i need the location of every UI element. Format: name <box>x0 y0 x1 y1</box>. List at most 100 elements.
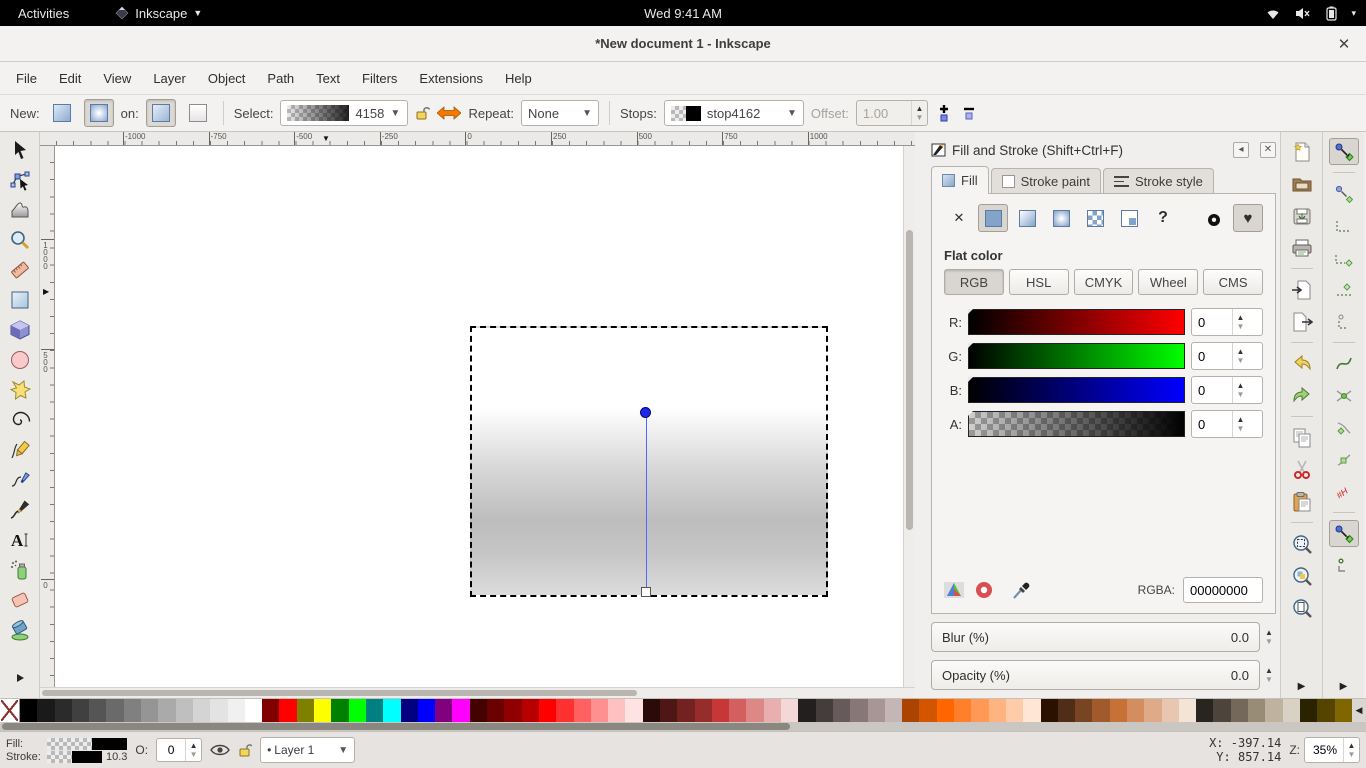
export-icon[interactable] <box>1287 308 1317 335</box>
insert-stop-icon[interactable] <box>935 103 953 123</box>
new-radial-gradient-button[interactable] <box>84 99 114 127</box>
link-gradients-lock-icon[interactable] <box>415 105 430 121</box>
eraser-tool-icon[interactable] <box>4 586 36 614</box>
green-slider[interactable] <box>968 343 1185 369</box>
volume-muted-icon[interactable] <box>1295 7 1312 20</box>
palette-no-color-swatch[interactable] <box>0 699 20 722</box>
snap-bbox-corners-icon[interactable] <box>1329 244 1359 271</box>
menu-help[interactable]: Help <box>495 66 542 91</box>
palette-swatch[interactable] <box>366 699 383 722</box>
palette-swatch[interactable] <box>55 699 72 722</box>
palette-swatch[interactable] <box>470 699 487 722</box>
palette-swatch[interactable] <box>435 699 452 722</box>
palette-swatch[interactable] <box>1110 699 1127 722</box>
red-spinbox[interactable]: ▲▼ <box>1191 308 1263 336</box>
menu-object[interactable]: Object <box>198 66 256 91</box>
palette-swatch[interactable] <box>314 699 331 722</box>
star-tool-icon[interactable] <box>4 376 36 404</box>
gradient-on-stroke-button[interactable] <box>183 99 213 127</box>
palette-swatch[interactable] <box>383 699 400 722</box>
palette-swatch[interactable] <box>193 699 210 722</box>
delete-stop-icon[interactable] <box>960 103 978 123</box>
blue-value-input[interactable] <box>1192 383 1232 398</box>
horizontal-scrollbar-thumb[interactable] <box>42 690 637 696</box>
object-opacity-input[interactable] <box>157 743 185 757</box>
palette-swatch[interactable] <box>418 699 435 722</box>
palette-swatch[interactable] <box>1075 699 1092 722</box>
rgba-input[interactable] <box>1183 577 1263 603</box>
palette-swatch[interactable] <box>625 699 642 722</box>
paint-bucket-tool-icon[interactable] <box>4 616 36 644</box>
palette-swatch[interactable] <box>37 699 54 722</box>
palette-swatch[interactable] <box>1179 699 1196 722</box>
menu-file[interactable]: File <box>6 66 47 91</box>
menu-edit[interactable]: Edit <box>49 66 91 91</box>
menu-extensions[interactable]: Extensions <box>409 66 493 91</box>
panel-shade-button[interactable]: ◂ <box>1233 142 1249 158</box>
palette-swatch[interactable] <box>124 699 141 722</box>
snap-bbox-centers-icon[interactable] <box>1329 308 1359 335</box>
palette-swatch[interactable] <box>452 699 469 722</box>
undo-icon[interactable] <box>1287 350 1317 377</box>
snap-intersections-icon[interactable] <box>1329 382 1359 409</box>
palette-swatch[interactable] <box>141 699 158 722</box>
palette-swatch[interactable] <box>487 699 504 722</box>
palette-swatch[interactable] <box>1283 699 1300 722</box>
palette-swatch[interactable] <box>504 699 521 722</box>
palette-swatch[interactable] <box>1023 699 1040 722</box>
green-spinbox[interactable]: ▲▼ <box>1191 342 1263 370</box>
palette-swatch[interactable] <box>712 699 729 722</box>
palette-swatch[interactable] <box>349 699 366 722</box>
menu-layer[interactable]: Layer <box>143 66 196 91</box>
tab-fill[interactable]: Fill <box>931 166 989 194</box>
palette-swatch[interactable] <box>228 699 245 722</box>
ellipse-tool-icon[interactable] <box>4 346 36 374</box>
snap-bbox-edge-midpoints-icon[interactable] <box>1329 276 1359 303</box>
palette-swatch[interactable] <box>660 699 677 722</box>
palette-swatch[interactable] <box>1300 699 1317 722</box>
vertical-ruler[interactable]: ▶ 10005000 <box>40 146 55 687</box>
flat-color-button[interactable] <box>978 204 1008 232</box>
palette-swatch[interactable] <box>591 699 608 722</box>
zoom-drawing-icon[interactable] <box>1287 562 1317 589</box>
palette-swatch[interactable] <box>833 699 850 722</box>
reverse-gradient-icon[interactable] <box>437 106 461 120</box>
palette-swatch[interactable] <box>937 699 954 722</box>
palette-swatch[interactable] <box>1006 699 1023 722</box>
system-menu-caret-icon[interactable]: ▾ <box>1351 8 1356 19</box>
palette-swatch[interactable] <box>954 699 971 722</box>
layer-visibility-eye-icon[interactable] <box>210 743 230 757</box>
current-layer-dropdown[interactable]: • Layer 1 ▼ <box>260 737 355 763</box>
battery-icon[interactable] <box>1326 6 1337 21</box>
paste-icon[interactable] <box>1287 488 1317 515</box>
palette-swatch[interactable] <box>1213 699 1230 722</box>
snap-paths-icon[interactable] <box>1329 350 1359 377</box>
vertical-scrollbar-thumb[interactable] <box>906 230 913 530</box>
palette-swatch[interactable] <box>798 699 815 722</box>
copy-icon[interactable] <box>1287 424 1317 451</box>
palette-swatch[interactable] <box>764 699 781 722</box>
palette-swatch[interactable] <box>1144 699 1161 722</box>
menu-view[interactable]: View <box>93 66 141 91</box>
palette-swatch[interactable] <box>989 699 1006 722</box>
gradient-on-fill-button[interactable] <box>146 99 176 127</box>
palette-scroll-right-icon[interactable]: ◀ <box>1352 699 1366 722</box>
palette-swatch[interactable] <box>1162 699 1179 722</box>
palette-swatch[interactable] <box>729 699 746 722</box>
measure-tool-icon[interactable] <box>4 256 36 284</box>
mode-rgb[interactable]: RGB <box>944 269 1004 295</box>
spray-tool-icon[interactable] <box>4 556 36 584</box>
palette-swatch[interactable] <box>245 699 262 722</box>
new-document-icon[interactable] <box>1287 138 1317 165</box>
palette-swatch[interactable] <box>746 699 763 722</box>
object-opacity-spinbox[interactable]: ▲▼ <box>156 738 202 762</box>
horizontal-ruler[interactable]: ▼ -1000-750-500-25002505007501000 <box>40 132 915 146</box>
redo-icon[interactable] <box>1287 382 1317 409</box>
3d-box-tool-icon[interactable] <box>4 316 36 344</box>
palette-scrollbar-thumb[interactable] <box>2 723 790 730</box>
open-document-icon[interactable] <box>1287 170 1317 197</box>
snap-enable-icon[interactable] <box>1329 138 1359 165</box>
palette-swatch[interactable] <box>262 699 279 722</box>
palette-swatch[interactable] <box>677 699 694 722</box>
palette-scrollbar[interactable] <box>0 722 1366 731</box>
